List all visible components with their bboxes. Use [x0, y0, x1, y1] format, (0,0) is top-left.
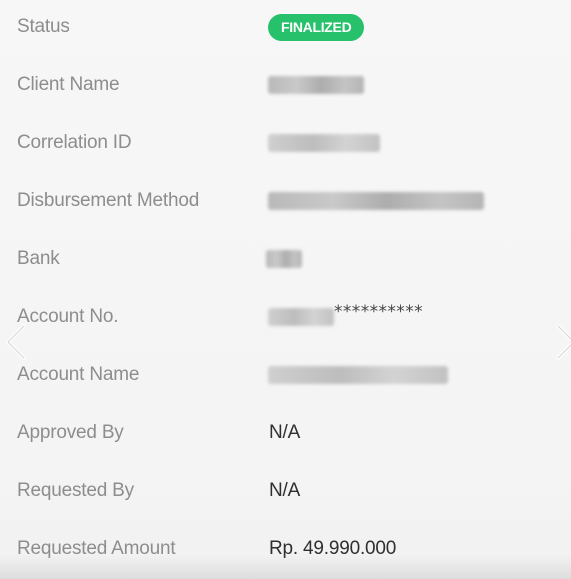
- status-badge: FINALIZED: [268, 14, 365, 41]
- transaction-detail-panel: Status FINALIZED Client Name Correlation…: [0, 0, 571, 579]
- requested-by-label: Requested By: [17, 480, 134, 501]
- bank-row: Bank: [0, 232, 571, 290]
- account-name-value-redacted: [268, 366, 448, 384]
- approved-by-row: Approved By N/A: [0, 406, 571, 464]
- correlation-id-value-redacted: [268, 134, 380, 152]
- account-name-label: Account Name: [17, 364, 140, 385]
- status-row: Status FINALIZED: [0, 0, 571, 58]
- correlation-id-label: Correlation ID: [17, 132, 132, 153]
- approved-by-label: Approved By: [17, 422, 124, 443]
- account-no-row: Account No. **********: [0, 290, 571, 348]
- disbursement-method-row: Disbursement Method: [0, 174, 571, 232]
- correlation-id-row: Correlation ID: [0, 116, 571, 174]
- client-name-value-redacted: [268, 76, 364, 94]
- status-label: Status: [17, 16, 70, 37]
- disbursement-method-value-redacted: [268, 192, 484, 210]
- account-no-value-redacted: [268, 308, 334, 326]
- bank-value-redacted: [266, 250, 302, 268]
- bank-label: Bank: [17, 248, 60, 269]
- account-no-masked-suffix: **********: [334, 302, 423, 322]
- account-name-row: Account Name: [0, 348, 571, 406]
- requested-by-value: N/A: [269, 480, 301, 501]
- account-no-label: Account No.: [17, 306, 119, 327]
- chevron-left-icon[interactable]: [2, 322, 30, 362]
- client-name-label: Client Name: [17, 74, 120, 95]
- client-name-row: Client Name: [0, 58, 571, 116]
- requested-by-row: Requested By N/A: [0, 464, 571, 522]
- bottom-fade: [0, 555, 571, 579]
- chevron-right-icon[interactable]: [552, 322, 571, 362]
- approved-by-value: N/A: [269, 422, 301, 443]
- disbursement-method-label: Disbursement Method: [17, 190, 200, 211]
